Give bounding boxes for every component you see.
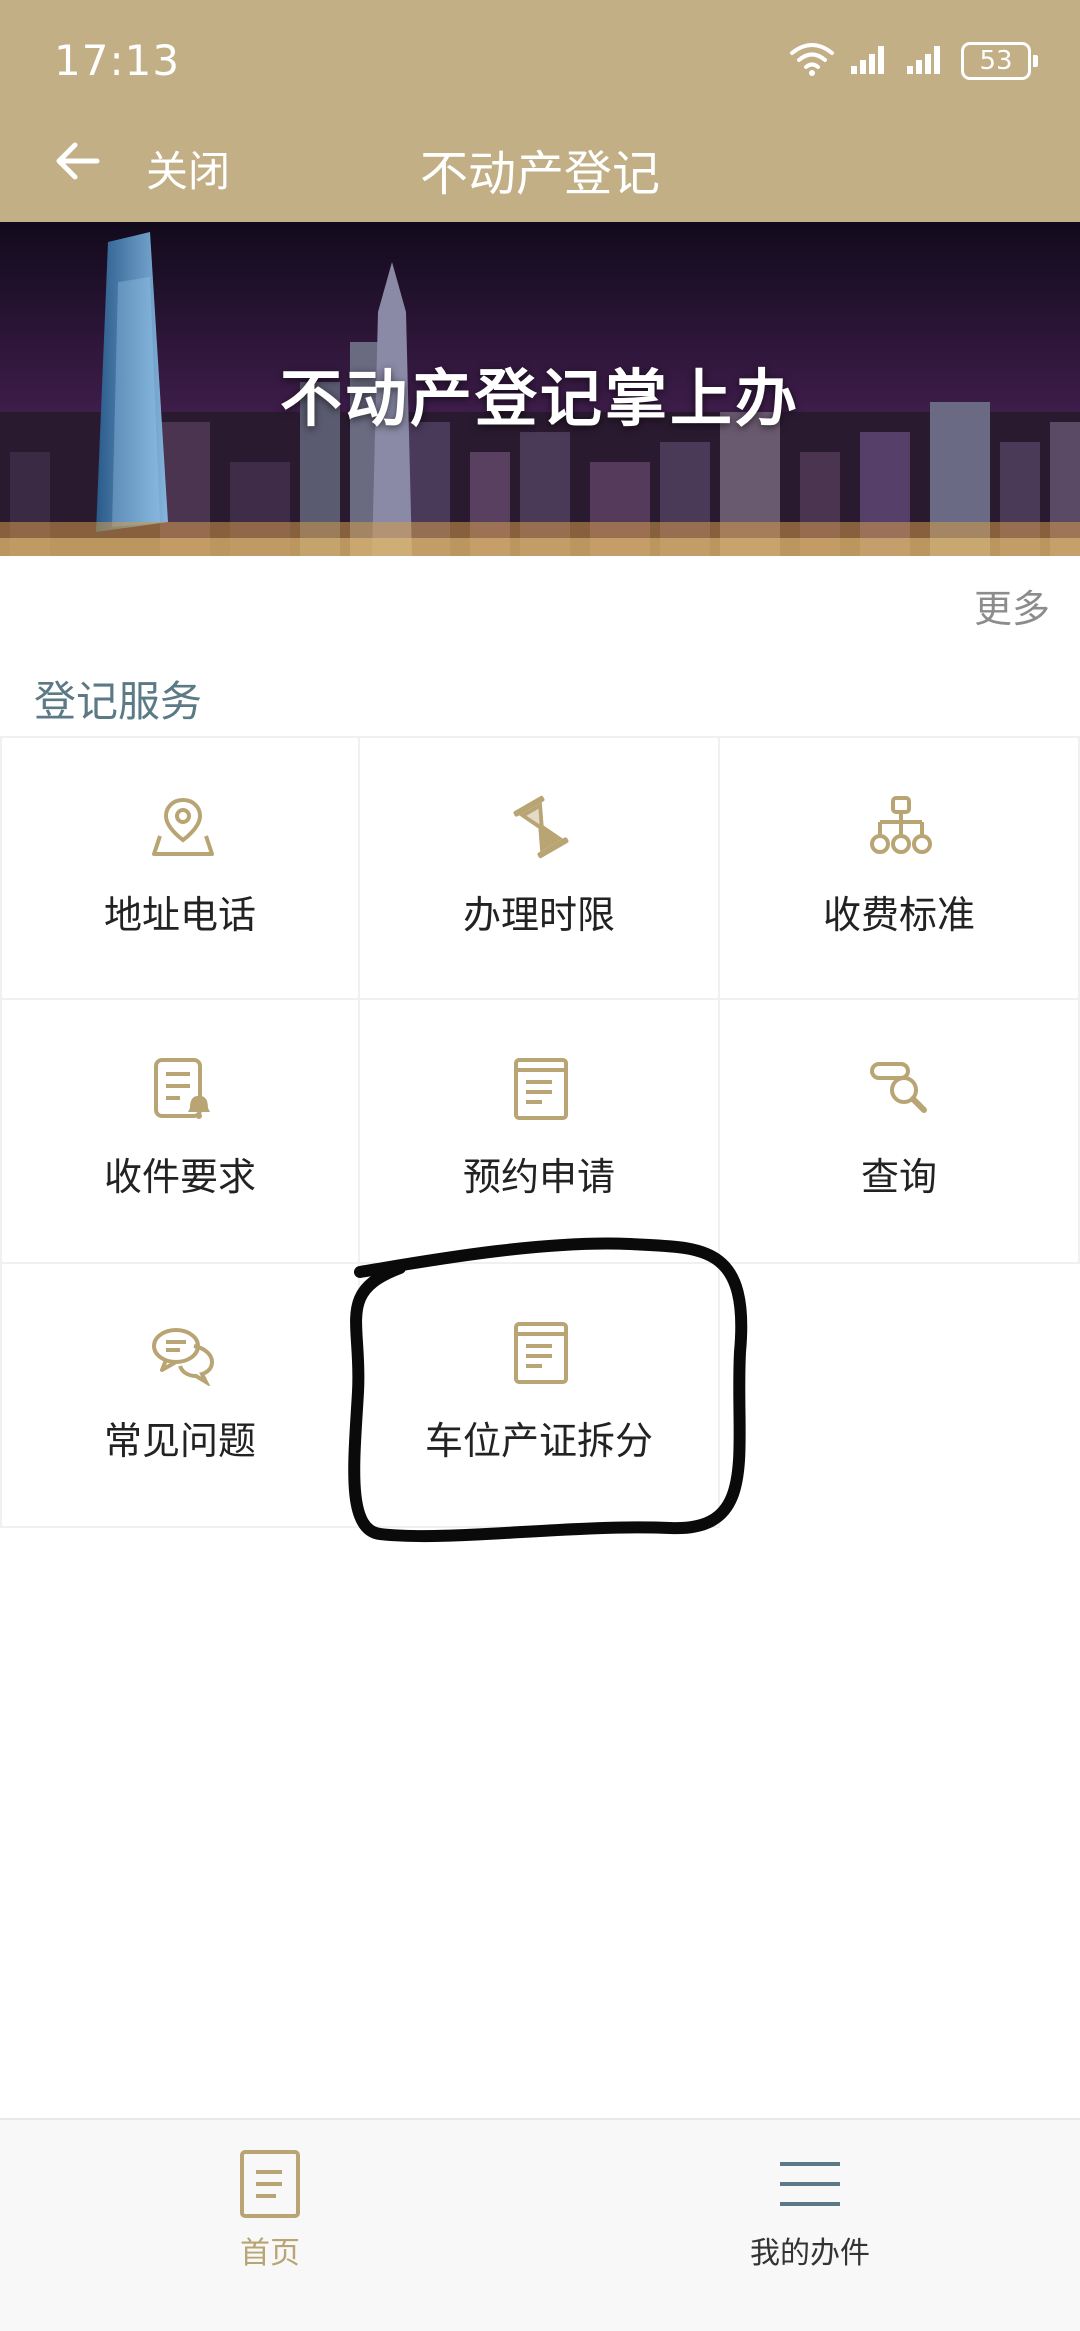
- service-grid: 地址电话 办理时限 收费标准 收件要求 预约申请 查询 常见问题 车位产证拆分: [0, 736, 1080, 1528]
- header-bar: 17:13 53 关闭 不动产登记: [0, 0, 1080, 222]
- grid-row: 常见问题 车位产证拆分: [0, 1264, 1080, 1528]
- banner-title: 不动产登记掌上办: [279, 362, 800, 435]
- service-document-requirements[interactable]: 收件要求: [0, 1000, 360, 1264]
- search-icon: [868, 1056, 934, 1122]
- page-title: 不动产登记: [419, 146, 660, 202]
- home-document-icon: [236, 2150, 304, 2218]
- service-appointment[interactable]: 预约申请: [360, 1000, 720, 1264]
- service-query[interactable]: 查询: [720, 1000, 1080, 1264]
- chat-bubbles-icon: [150, 1320, 216, 1388]
- signal-icon-2: [905, 42, 947, 80]
- section-title: 登记服务: [34, 677, 203, 726]
- hourglass-icon: [508, 794, 574, 860]
- service-label: 地址电话: [103, 893, 256, 937]
- battery-tip: [1033, 55, 1038, 67]
- service-fee-standard[interactable]: 收费标准: [720, 736, 1080, 1000]
- battery-level: 53: [961, 42, 1031, 80]
- battery-icon: 53: [961, 42, 1038, 80]
- wifi-icon: [789, 41, 835, 81]
- service-parking-certificate-split[interactable]: 车位产证拆分: [360, 1264, 720, 1528]
- bottom-nav: 首页 我的办件: [0, 2118, 1080, 2331]
- banner: 不动产登记掌上办: [0, 222, 1080, 556]
- app-screen: 17:13 53 关闭 不动产登记 不动产登记掌上办 更多 登记服务 地址电话 …: [0, 0, 1080, 2331]
- status-icons: 53: [789, 36, 1038, 86]
- service-label: 收费标准: [822, 893, 975, 937]
- grid-row: 地址电话 办理时限 收费标准: [0, 736, 1080, 1000]
- document-list-icon: [508, 1320, 574, 1386]
- location-pin-icon: [150, 794, 216, 860]
- service-label: 收件要求: [103, 1155, 256, 1199]
- service-label: 常见问题: [103, 1419, 256, 1463]
- service-processing-time[interactable]: 办理时限: [360, 736, 720, 1000]
- service-address-phone[interactable]: 地址电话: [0, 736, 360, 1000]
- grid-row: 收件要求 预约申请 查询: [0, 1000, 1080, 1264]
- nav-home[interactable]: 首页: [0, 2120, 540, 2331]
- more-link[interactable]: 更多: [974, 578, 1050, 633]
- status-time: 17:13: [54, 36, 181, 85]
- signal-icon: [849, 42, 891, 80]
- nav-my-applications-label: 我的办件: [750, 2236, 870, 2271]
- org-chart-icon: [868, 794, 934, 860]
- service-label: 车位产证拆分: [424, 1419, 653, 1463]
- empty-cell: [720, 1264, 1080, 1528]
- document-list-icon: [508, 1056, 574, 1122]
- document-bell-icon: [150, 1056, 216, 1122]
- nav-home-label: 首页: [240, 2236, 300, 2271]
- service-label: 办理时限: [462, 893, 615, 937]
- service-faq[interactable]: 常见问题: [0, 1264, 360, 1528]
- nav-my-applications[interactable]: 我的办件: [540, 2120, 1080, 2331]
- service-label: 预约申请: [462, 1155, 615, 1199]
- service-label: 查询: [860, 1155, 937, 1199]
- menu-lines-icon: [776, 2150, 844, 2218]
